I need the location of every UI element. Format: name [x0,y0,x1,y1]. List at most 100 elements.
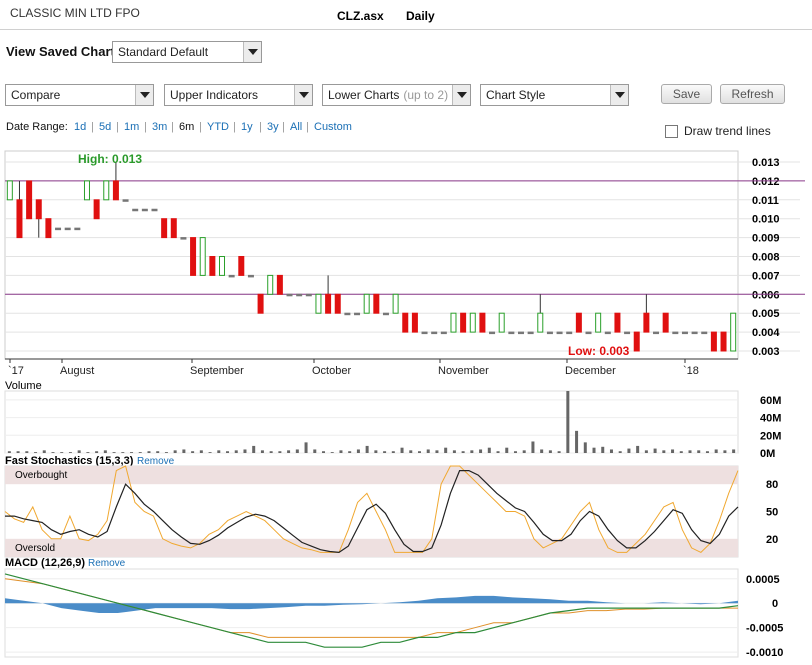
macd-panel: MACD (12,26,9) Remove 0.0005 0 -0.0005 -0.001… [4,557,783,659]
date-range-5d[interactable]: 5d [99,121,111,133]
chevron-down-icon [135,85,153,105]
candle-body [209,256,216,276]
price-tick-label: 0.010 [752,214,780,226]
saved-chart-select[interactable]: Standard Default [112,41,262,63]
upper-indicators-select[interactable]: Upper Indicators [164,84,313,106]
chart-style-select[interactable]: Chart Style [480,84,629,106]
candle-body [170,218,177,239]
chevron-down-icon [243,42,261,62]
saved-chart-label: View Saved Chart: [6,44,120,59]
candle-body [228,274,235,278]
candle-body [672,331,679,335]
overbought-label: Overbought [15,470,67,481]
chevron-down-icon [452,85,470,105]
volume-bar [435,450,439,453]
volume-bar [452,450,456,453]
volume-bar [496,451,500,453]
volume-bar [295,449,299,453]
candle-body [16,199,23,239]
macd-tick-label: -0.0010 [746,647,783,659]
stock-chart[interactable]: 0.013 0.012 0.011 0.010 0.009 0.008 0.007 0.006… [0,145,812,665]
candle-body [45,218,52,239]
volume-bar [199,450,203,453]
volume-tick-label: 40M [760,413,781,425]
volume-title: Volume [5,380,42,392]
date-range-3y[interactable]: 3y [267,121,279,133]
candle-body [440,331,447,335]
volume-bar [51,452,55,453]
volume-bar [479,449,483,453]
date-range-1m[interactable]: 1m [124,121,139,133]
candle-body [286,293,293,297]
x-axis-label: November [438,365,489,377]
date-range-separator: | [259,121,262,133]
save-button[interactable]: Save [661,84,712,104]
candle-body [517,331,524,335]
date-range-separator: | [199,121,202,133]
volume-bar [566,391,570,453]
volume-bar [173,450,177,453]
candle-body [334,293,341,314]
volume-bar [627,448,631,453]
oversold-label: Oversold [15,543,55,554]
volume-bar [68,452,72,453]
volume-bar [16,451,20,453]
draw-trend-label: Draw trend lines [684,124,771,138]
volume-bar [636,445,640,453]
volume-bar [164,452,168,453]
candle-body [199,237,206,276]
date-range-ytd[interactable]: YTD [207,121,229,133]
volume-bar [147,451,151,453]
stoch-title: Fast Stochastics (15,3,3) [5,455,134,467]
x-axis: `17 August September October November Decembe… [8,359,699,377]
lower-charts-select[interactable]: Lower Charts (up to 2) [322,84,471,106]
price-tick-label: 0.012 [752,176,780,188]
compare-select[interactable]: Compare [5,84,154,106]
date-range-custom[interactable]: Custom [314,121,352,133]
volume-bar [322,451,326,453]
date-range-3m[interactable]: 3m [152,121,167,133]
volume-bar [505,447,509,453]
date-range-all[interactable]: All [290,121,302,133]
chevron-down-icon [294,85,312,105]
chart-style-label: Chart Style [486,88,546,102]
date-range-1y[interactable]: 1y [241,121,253,133]
price-tick-label: 0.005 [752,308,780,320]
volume-bar [330,452,334,453]
candle-body [469,312,476,333]
candle-body [604,331,611,335]
candle-body [190,237,197,276]
volume-bar [644,450,648,453]
price-tick-label: 0.003 [752,346,780,358]
candle-body [141,208,148,212]
volume-bar [304,442,308,453]
refresh-button[interactable]: Refresh [720,84,785,104]
date-range-1d[interactable]: 1d [74,121,86,133]
candle-body [566,331,573,335]
candle-body [575,312,582,333]
candle-body [720,331,727,352]
volume-bar [208,452,212,453]
candle-body [595,312,602,333]
volume-bar [671,449,675,453]
price-tick-label: 0.009 [752,233,780,245]
volume-bar [287,450,291,453]
volume-bar [714,449,718,453]
volume-bar [77,450,81,453]
candle-body [180,237,187,240]
draw-trend-checkbox[interactable] [665,125,678,138]
company-name: CLASSIC MIN LTD FPO [10,6,140,20]
date-range-separator: | [306,121,309,133]
volume-bar [575,430,579,453]
volume-bar [365,445,369,453]
date-range-6m[interactable]: 6m [179,121,194,133]
price-tick-label: 0.013 [752,157,780,169]
volume-bar [531,441,535,453]
date-range-separator: | [233,121,236,133]
volume-bar [260,450,264,453]
date-range-separator: | [171,121,174,133]
volume-bar [252,445,256,453]
candle-body [624,331,631,335]
volume-bar [156,451,160,453]
volume-bar [391,451,395,453]
